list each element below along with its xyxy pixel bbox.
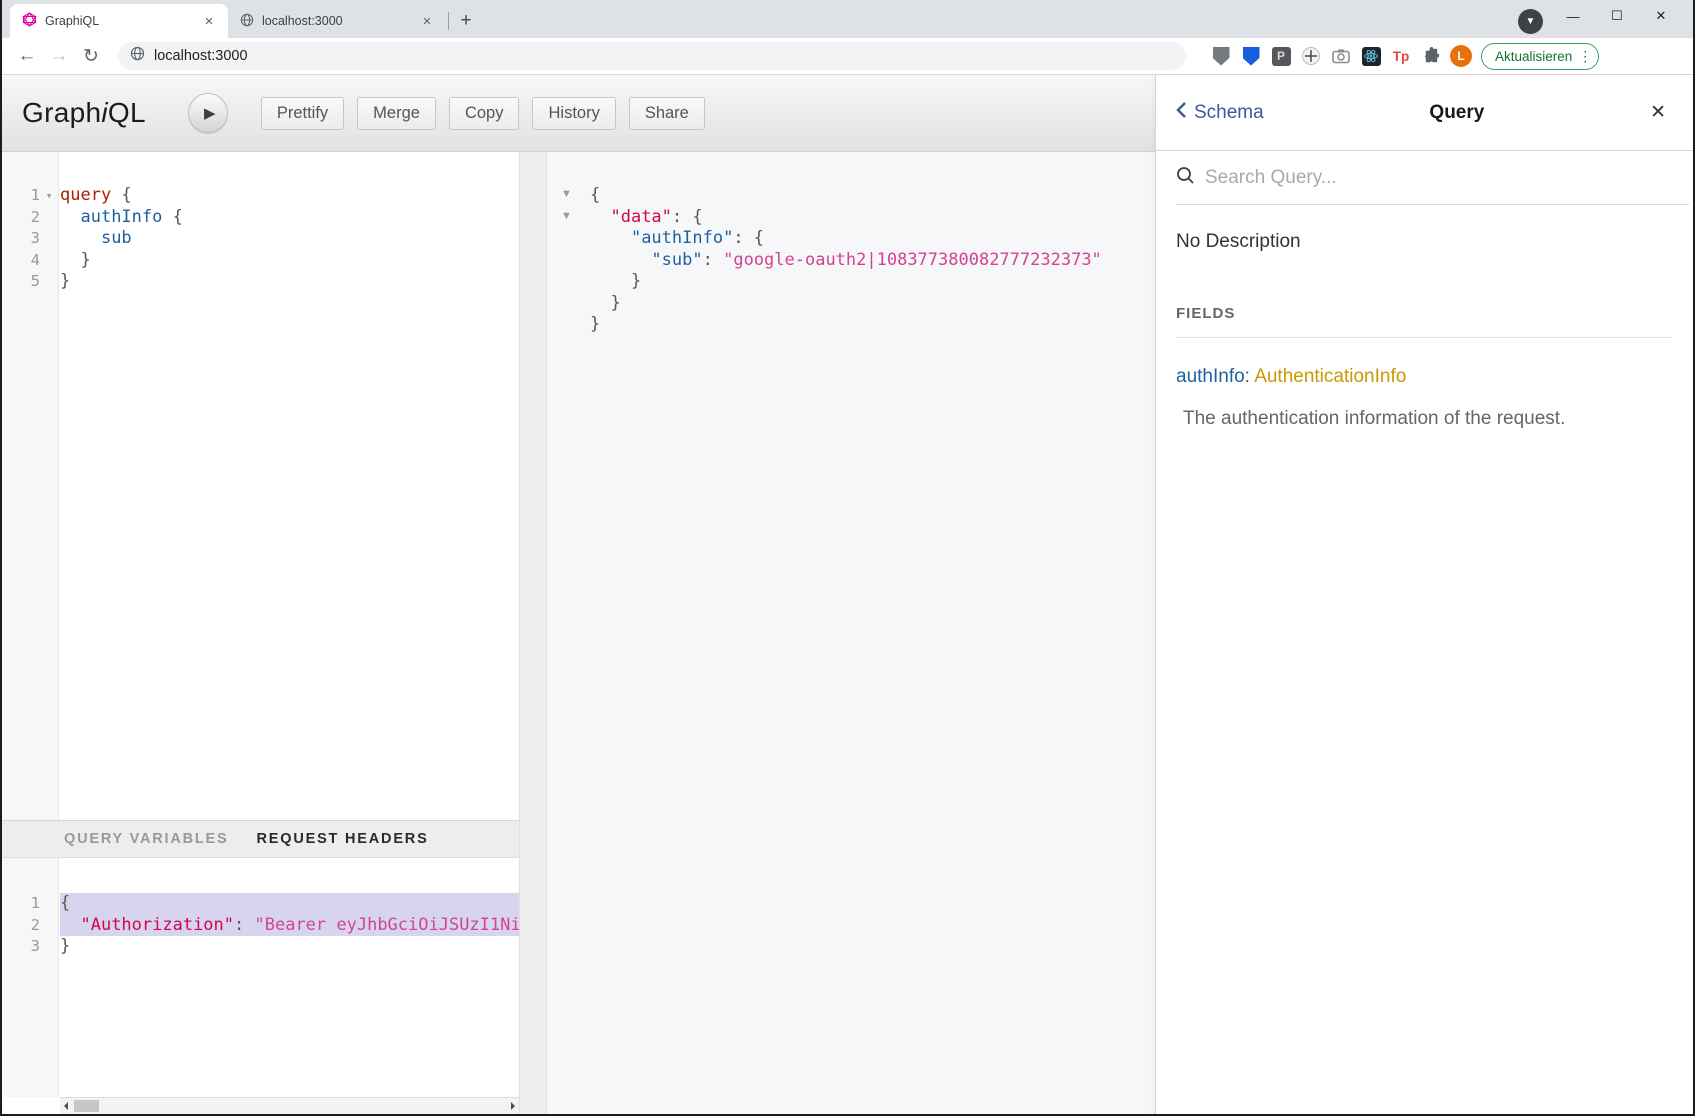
browser-toolbar: ← → ↻ localhost:3000 P (2, 38, 1693, 75)
field-type-link[interactable]: AuthenticationInfo (1254, 366, 1406, 387)
p-extension-icon[interactable]: P (1270, 45, 1292, 67)
graphql-logo-icon (22, 12, 37, 30)
tab-query-variables[interactable]: QUERY VARIABLES (64, 831, 229, 847)
tab-graphiql[interactable]: GraphiQL ✕ (10, 4, 228, 38)
bitwarden-icon[interactable] (1240, 45, 1262, 67)
tab-close-icon[interactable]: ✕ (200, 12, 218, 30)
tab-title: localhost:3000 (262, 14, 418, 28)
new-tab-button[interactable]: + (453, 8, 479, 34)
chevron-left-icon (1176, 101, 1187, 125)
site-info-globe-icon[interactable] (130, 46, 145, 66)
window-controls: — ☐ ✕ (1551, 0, 1683, 32)
browser-menu-kebab-icon[interactable]: ⋮ (1578, 48, 1592, 65)
doc-explorer-header: Schema Query ✕ (1156, 75, 1693, 151)
minimize-button[interactable]: — (1551, 1, 1595, 31)
tab-request-headers[interactable]: REQUEST HEADERS (257, 831, 429, 847)
field-description: The authentication information of the re… (1176, 408, 1673, 430)
tp-extension-icon[interactable]: Tp (1390, 45, 1412, 67)
browser-window: GraphiQL ✕ localhost:3000 ✕ + ▼ — ☐ ✕ ← … (0, 0, 1695, 1116)
maximize-button[interactable]: ☐ (1595, 1, 1639, 31)
copy-button[interactable]: Copy (449, 97, 520, 130)
execute-query-button[interactable]: ▶ (188, 93, 228, 133)
fields-divider (1176, 337, 1673, 338)
scroll-left-arrow[interactable] (64, 1102, 68, 1110)
doc-body: No Description FIELDS authInfo: Authenti… (1156, 231, 1693, 430)
address-bar[interactable]: localhost:3000 (118, 42, 1186, 70)
history-button[interactable]: History (532, 97, 615, 130)
query-editor[interactable]: 1▾2345 query { authInfo { sub }} (2, 152, 519, 820)
extensions-puzzle-icon[interactable] (1420, 45, 1442, 67)
close-button[interactable]: ✕ (1639, 1, 1683, 31)
query-editor-gutter: 1▾2345 (2, 152, 59, 820)
pane-resizer[interactable] (519, 152, 547, 1114)
headers-editor-gutter: 123 (2, 858, 59, 1097)
horizontal-scrollbar[interactable] (60, 1097, 519, 1114)
prettify-button[interactable]: Prettify (261, 97, 344, 130)
type-description: No Description (1176, 231, 1673, 253)
profile-avatar[interactable]: L (1450, 45, 1472, 67)
doc-back-link[interactable]: Schema (1176, 101, 1264, 125)
scrollbar-thumb[interactable] (74, 1100, 99, 1112)
scroll-right-arrow[interactable] (511, 1102, 515, 1110)
fields-section-header: FIELDS (1176, 305, 1673, 322)
request-headers-editor[interactable]: 123 { "Authorization": "Bearer eyJhbGciO… (2, 858, 519, 1114)
titlebar: GraphiQL ✕ localhost:3000 ✕ + ▼ — ☐ ✕ (2, 0, 1693, 38)
doc-search-input[interactable] (1205, 167, 1689, 189)
result-pane: ▼ ▼ { "data": { "authInfo": { "sub": "go… (547, 152, 1155, 1114)
doc-explorer-panel: Schema Query ✕ No Description FIELDS aut… (1155, 75, 1693, 1114)
merge-button[interactable]: Merge (357, 97, 436, 130)
back-button[interactable]: ← (14, 43, 40, 69)
graphiql-logo: GraphiQL (22, 97, 146, 129)
doc-close-icon[interactable]: ✕ (1650, 101, 1666, 124)
search-icon (1176, 166, 1195, 190)
query-pane: 1▾2345 query { authInfo { sub }} QUERY V… (2, 152, 519, 1114)
fold-arrow-icon[interactable]: ▼ (561, 188, 572, 200)
update-button[interactable]: Aktualisieren ⋮ (1481, 43, 1599, 70)
tab-localhost[interactable]: localhost:3000 ✕ (228, 4, 446, 38)
tab-separator (448, 12, 449, 30)
extensions-row: P Tp L (1210, 45, 1472, 67)
react-devtools-icon[interactable] (1360, 45, 1382, 67)
picker-crosshair-icon[interactable] (1300, 45, 1322, 67)
field-entry: authInfo: AuthenticationInfo (1176, 366, 1673, 388)
share-button[interactable]: Share (629, 97, 705, 130)
url-text: localhost:3000 (154, 48, 248, 64)
doc-search-row (1176, 151, 1689, 205)
reload-button[interactable]: ↻ (78, 43, 104, 69)
play-icon: ▶ (204, 104, 216, 122)
field-name-link[interactable]: authInfo (1176, 366, 1245, 387)
tab-title: GraphiQL (45, 14, 200, 28)
tab-close-icon[interactable]: ✕ (418, 12, 436, 30)
screenshot-camera-icon[interactable] (1330, 45, 1352, 67)
ublock-icon[interactable] (1210, 45, 1232, 67)
download-status-icon[interactable]: ▼ (1518, 9, 1543, 34)
doc-title: Query (1264, 102, 1650, 124)
tab-strip: GraphiQL ✕ localhost:3000 ✕ + (10, 4, 479, 38)
forward-button[interactable]: → (46, 43, 72, 69)
graphiql-topbar: GraphiQL ▶ Prettify Merge Copy History S… (2, 75, 1155, 152)
graphiql-app: GraphiQL ▶ Prettify Merge Copy History S… (2, 75, 1693, 1114)
variables-headers-tabbar: QUERY VARIABLES REQUEST HEADERS (2, 820, 519, 858)
graphiql-toolbar: Prettify Merge Copy History Share (261, 97, 705, 130)
fold-arrow-icon[interactable]: ▼ (561, 210, 572, 222)
globe-icon (240, 13, 254, 30)
